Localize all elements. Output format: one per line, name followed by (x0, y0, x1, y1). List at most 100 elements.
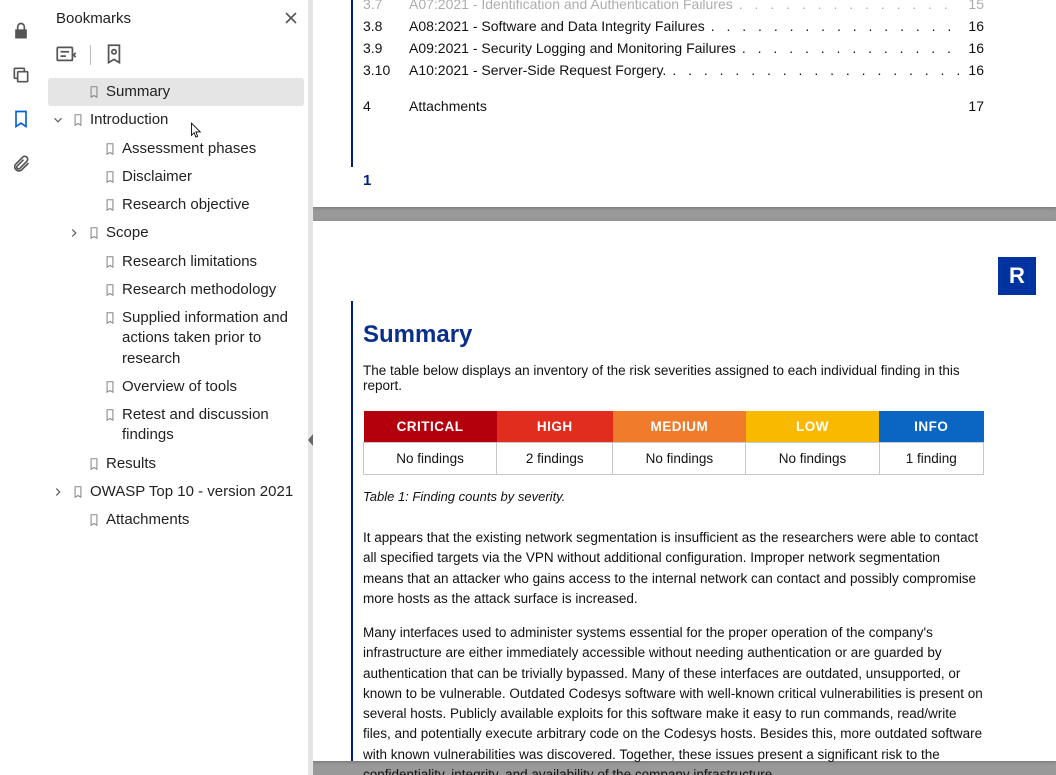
toc-dots: . . . . . . . . . . . . . . . . . . . . … (733, 0, 960, 12)
tree-item-attachments[interactable]: Attachments (48, 506, 304, 534)
page-content: Summary The table below displays an inve… (363, 321, 984, 775)
bookmark-glyph-icon (102, 254, 118, 270)
sev-cell: 2 findings (497, 443, 613, 475)
tree-item[interactable]: Overview of tools (48, 373, 304, 401)
tree-item[interactable]: Research limitations (48, 248, 304, 276)
tree-item[interactable]: Assessment phases (48, 135, 304, 163)
sev-head-high: HIGH (497, 411, 613, 443)
sev-head-medium: MEDIUM (613, 411, 746, 443)
sev-cell: No findings (746, 443, 879, 475)
sev-head-critical: CRITICAL (364, 411, 497, 443)
tree-item[interactable]: Retest and discussion findings (48, 401, 304, 450)
summary-subtext: The table below displays an inventory of… (363, 363, 984, 393)
bookmark-glyph-icon (102, 282, 118, 298)
tree-label: Attachments (106, 510, 300, 530)
bookmark-glyph-icon (86, 512, 102, 528)
tree-label: Overview of tools (122, 377, 300, 397)
bookmark-glyph-icon (86, 225, 102, 241)
tree-label: Research methodology (122, 280, 300, 300)
toc-title: Attachments (409, 98, 487, 114)
tree-item[interactable]: Disclaimer (48, 163, 304, 191)
margin-rule (351, 0, 353, 167)
toc-title: A08:2021 - Software and Data Integrity F… (409, 18, 705, 34)
toc-block: 3.7A07:2021 - Identification and Authent… (363, 0, 984, 120)
bookmarks-panel: Bookmarks Summary Introducti (42, 0, 308, 775)
toc-dots: . . . . . . . . . . . . . . . . . . . . … (705, 18, 960, 34)
tree-label: Summary (106, 82, 300, 102)
tree-item[interactable]: Research methodology (48, 276, 304, 304)
margin-rule (351, 301, 353, 761)
toc-row[interactable]: 3.10A10:2021 - Server-Side Request Forge… (363, 62, 984, 78)
bookmark-glyph-icon (70, 112, 86, 128)
toc-row[interactable]: 3.9A09:2021 - Security Logging and Monit… (363, 40, 984, 56)
tree-item-results[interactable]: Results (48, 450, 304, 478)
tree-item[interactable]: Research objective (48, 191, 304, 219)
bookmark-glyph-icon (102, 407, 118, 423)
bookmark-glyph-icon (86, 456, 102, 472)
page-2: R Summary The table below displays an in… (313, 221, 1056, 761)
heading-summary: Summary (363, 321, 984, 349)
toc-row[interactable]: 4Attachments.17 (363, 98, 984, 114)
toc-page: 17 (960, 98, 984, 114)
sev-cell: No findings (613, 443, 746, 475)
tree-label: Scope (106, 223, 300, 243)
table-caption: Table 1: Finding counts by severity. (363, 489, 984, 504)
tree-item-scope[interactable]: Scope (48, 219, 304, 247)
panel-toolbar (42, 36, 308, 76)
bookmark-glyph-icon (102, 310, 118, 326)
tree-label: Supplied information and actions taken p… (122, 308, 300, 369)
toc-page: 16 (960, 40, 984, 56)
toc-num: 3.9 (363, 40, 409, 56)
sev-cell: No findings (364, 443, 497, 475)
app-root: Bookmarks Summary Introducti (0, 0, 1056, 775)
sev-head-info: INFO (879, 411, 983, 443)
close-icon[interactable] (284, 11, 298, 25)
tree-item[interactable]: Supplied information and actions taken p… (48, 304, 304, 373)
document-viewer[interactable]: 3.7A07:2021 - Identification and Authent… (313, 0, 1056, 775)
toc-page: 15 (960, 0, 984, 12)
bookmark-glyph-icon (102, 141, 118, 157)
bookmark-glyph-icon (102, 169, 118, 185)
toc-num: 4 (363, 98, 409, 114)
bookmark-glyph-icon (70, 484, 86, 500)
toc-num: 3.10 (363, 62, 409, 78)
toc-num: 3.8 (363, 18, 409, 34)
toc-title: A10:2021 - Server-Side Request Forgery. (409, 62, 666, 78)
tree-item-owasp[interactable]: OWASP Top 10 - version 2021 (48, 478, 304, 506)
tree-label: Research limitations (122, 252, 300, 272)
chevron-right-icon[interactable] (66, 225, 82, 241)
bookmark-glyph-icon (86, 84, 102, 100)
bookmark-glyph-icon (102, 197, 118, 213)
lock-icon[interactable] (10, 20, 32, 42)
tree-label: OWASP Top 10 - version 2021 (90, 482, 300, 502)
toc-row[interactable]: 3.7A07:2021 - Identification and Authent… (363, 0, 984, 12)
copy-icon[interactable] (10, 64, 32, 86)
toc-dots: . . . . . . . . . . . . . . . . . . . . … (666, 62, 960, 78)
page-number: 1 (363, 172, 371, 189)
tree-item-summary[interactable]: Summary (48, 78, 304, 106)
tree-label: Assessment phases (122, 139, 300, 159)
toc-row[interactable]: 3.8A08:2021 - Software and Data Integrit… (363, 18, 984, 34)
tree-item-introduction[interactable]: Introduction (48, 106, 304, 134)
brand-badge: R (998, 257, 1036, 295)
page-1: 3.7A07:2021 - Identification and Authent… (313, 0, 1056, 207)
bookmark-icon[interactable] (10, 108, 32, 130)
current-bookmark-icon[interactable] (101, 42, 127, 68)
options-icon[interactable] (54, 42, 80, 68)
tree-label: Retest and discussion findings (122, 405, 300, 446)
attachment-icon[interactable] (10, 152, 32, 174)
toc-page: 16 (960, 18, 984, 34)
toc-dots: . . . . . . . . . . . . . . . . . . . . … (736, 40, 960, 56)
body-para: It appears that the existing network seg… (363, 528, 984, 609)
sev-cell: 1 finding (879, 443, 983, 475)
panel-header: Bookmarks (42, 0, 308, 36)
body-para: Many interfaces used to administer syste… (363, 623, 984, 775)
chevron-right-icon[interactable] (50, 484, 66, 500)
chevron-down-icon[interactable] (50, 112, 66, 128)
panel-title: Bookmarks (56, 10, 131, 27)
tree-label: Research objective (122, 195, 300, 215)
bookmark-tree: Summary Introduction Assessment phases D… (42, 76, 308, 775)
toc-title: A09:2021 - Security Logging and Monitori… (409, 40, 736, 56)
tree-label: Results (106, 454, 300, 474)
sev-head-low: LOW (746, 411, 879, 443)
